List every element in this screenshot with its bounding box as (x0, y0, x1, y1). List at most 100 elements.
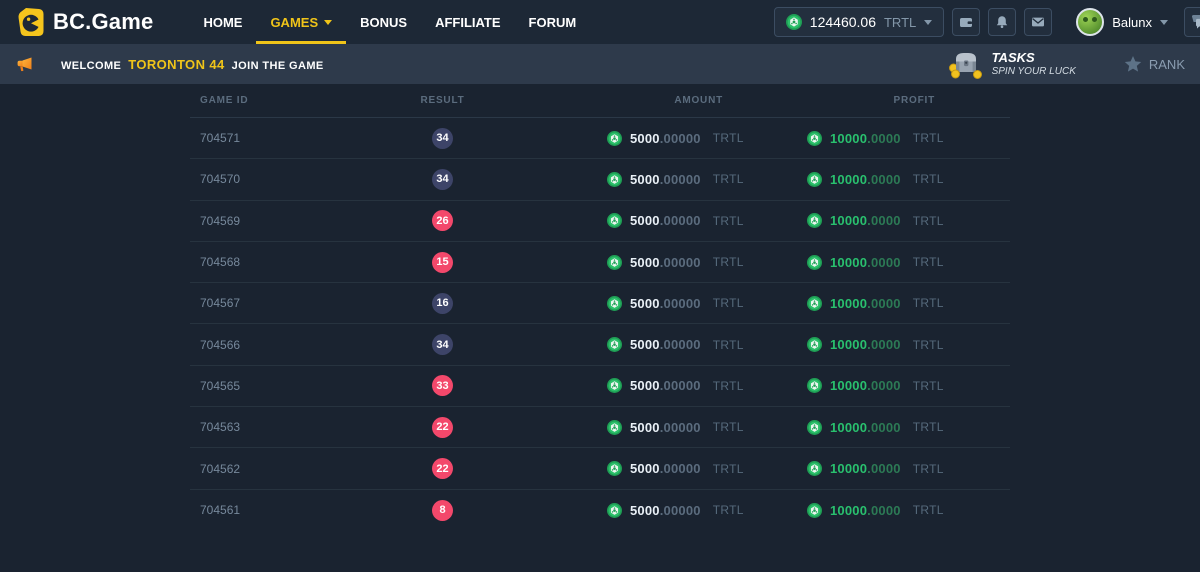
amount-value: 5000.00000 (630, 420, 701, 435)
profit-value: 10000.0000 (830, 503, 901, 518)
currency-label: TRTL (913, 131, 944, 145)
trtl-coin-icon (607, 503, 622, 518)
bets-table: GAME ID RESULT AMOUNT PROFIT 70457134500… (190, 84, 1010, 531)
nav-item-games[interactable]: GAMES (256, 0, 346, 44)
amount-cell: 5000.00000TRTL (495, 213, 785, 228)
table-row[interactable]: 704567165000.00000TRTL10000.0000TRTL (190, 283, 1010, 324)
tasks-subtitle: SPIN YOUR LUCK (992, 66, 1076, 77)
currency-label: TRTL (713, 131, 744, 145)
table-row[interactable]: 704569 26 5000.00000TRTL10000.0000TRTL (190, 201, 1010, 242)
profit-value: 10000.0000 (830, 255, 901, 270)
amount-cell: 5000.00000TRTL (495, 255, 785, 270)
bell-icon (995, 15, 1009, 29)
amount-value: 5000.00000 (630, 461, 701, 476)
treasure-chest-icon (948, 49, 982, 79)
chat-button[interactable] (1184, 7, 1200, 37)
currency-label: TRTL (713, 462, 744, 476)
table-row[interactable]: 704566345000.00000TRTL10000.0000TRTL (190, 324, 1010, 365)
trtl-coin-icon (807, 337, 822, 352)
result-badge: 26 (432, 210, 453, 231)
trtl-coin-icon (807, 461, 822, 476)
profit-cell: 10000.0000 TRTL (785, 131, 1010, 146)
amount-cell: 5000.00000TRTL (495, 131, 785, 146)
game-id: 704563 (190, 420, 390, 434)
table-row[interactable]: 704570345000.00000TRTL10000.0000TRTL (190, 159, 1010, 200)
trtl-coin-icon (807, 503, 822, 518)
bets-table-body: 704571345000.00000TRTL10000.0000TRTL7045… (190, 118, 1010, 531)
user-menu[interactable]: Balunx (1076, 8, 1168, 36)
nav-item-label: AFFILIATE (435, 15, 500, 30)
bc-game-logo[interactable]: BC.Game (18, 7, 153, 37)
profit-cell: 10000.0000TRTL (785, 420, 1010, 435)
avatar (1076, 8, 1104, 36)
profit-cell: 10000.0000TRTL (785, 213, 1010, 228)
game-id: 704565 (190, 379, 390, 393)
megaphone-icon (15, 55, 34, 74)
game-id: 704568 (190, 255, 390, 269)
tasks-shortcut[interactable]: TASKS SPIN YOUR LUCK (948, 49, 1076, 79)
result-cell: 33 (390, 375, 495, 396)
trtl-coin-icon (607, 255, 622, 270)
table-row[interactable]: 704565335000.00000TRTL10000.0000TRTL (190, 366, 1010, 407)
table-row[interactable]: 704571345000.00000TRTL10000.0000TRTL (190, 118, 1010, 159)
chevron-down-icon (924, 20, 932, 25)
result-cell: 34 (390, 128, 495, 149)
announcement-banner: WELCOME TORONTON 44 JOIN THE GAME T (0, 44, 1200, 84)
table-row[interactable]: 70456185000.00000TRTL10000.0000TRTL (190, 490, 1010, 531)
amount-cell: 5000.00000TRTL (495, 296, 785, 311)
nav-item-home[interactable]: HOME (189, 0, 256, 44)
welcome-message: WELCOME TORONTON 44 JOIN THE GAME (61, 57, 324, 72)
notifications-button[interactable] (988, 8, 1016, 36)
trtl-coin-icon (807, 296, 822, 311)
table-row[interactable]: 704568155000.00000TRTL10000.0000TRTL (190, 242, 1010, 283)
profit-value: 10000.0000 (830, 378, 901, 393)
trtl-coin-icon (607, 337, 622, 352)
result-cell: 15 (390, 252, 495, 273)
currency-label: TRTL (713, 296, 744, 310)
trtl-coin-icon (607, 172, 622, 187)
table-row[interactable]: 704562225000.00000TRTL10000.0000TRTL (190, 448, 1010, 489)
column-header-amount: AMOUNT (495, 95, 785, 106)
messages-button[interactable] (1024, 8, 1052, 36)
nav-item-forum[interactable]: FORUM (515, 0, 591, 44)
result-cell: 26 (390, 210, 495, 231)
trtl-coin-icon (607, 420, 622, 435)
currency-label: TRTL (713, 420, 744, 434)
table-row[interactable]: 704563225000.00000TRTL10000.0000TRTL (190, 407, 1010, 448)
rank-shortcut[interactable]: RANK (1124, 55, 1185, 73)
star-icon (1124, 55, 1142, 73)
game-id: 704567 (190, 296, 390, 310)
result-badge: 34 (432, 169, 453, 190)
profit-value: 10000.0000 (830, 131, 901, 146)
nav-item-affiliate[interactable]: AFFILIATE (421, 0, 514, 44)
game-id: 704569 (190, 214, 390, 228)
amount-cell: 5000.00000TRTL (495, 503, 785, 518)
profit-value: 10000.0000 (830, 172, 901, 187)
nav-item-label: GAMES (270, 15, 318, 30)
trtl-coin-icon (807, 213, 822, 228)
trtl-coin-icon (786, 14, 802, 30)
result-badge: 34 (432, 128, 453, 149)
header-right: 124460.06 TRTL Balunx (774, 7, 1200, 37)
balance-selector[interactable]: 124460.06 TRTL (774, 7, 944, 37)
amount-cell: 5000.00000TRTL (495, 378, 785, 393)
game-id: 704562 (190, 462, 390, 476)
tasks-title: TASKS (992, 51, 1076, 66)
nav-item-bonus[interactable]: BONUS (346, 0, 421, 44)
column-header-game-id: GAME ID (190, 95, 390, 106)
rank-label: RANK (1149, 57, 1185, 72)
chevron-down-icon (1160, 20, 1168, 25)
banner-right: TASKS SPIN YOUR LUCK RANK (948, 49, 1185, 79)
column-header-result: RESULT (390, 95, 495, 106)
amount-value: 5000.00000 (630, 213, 701, 228)
amount-value: 5000.00000 (630, 255, 701, 270)
profit-value: 10000.0000 (830, 296, 901, 311)
balance-amount: 124460.06 (810, 14, 876, 30)
wallet-button[interactable] (952, 8, 980, 36)
profit-cell: 10000.0000TRTL (785, 503, 1010, 518)
trtl-coin-icon (807, 172, 822, 187)
result-badge: 34 (432, 334, 453, 355)
trtl-coin-icon (807, 420, 822, 435)
username: Balunx (1112, 15, 1152, 30)
profit-value: 10000.0000 (830, 337, 901, 352)
